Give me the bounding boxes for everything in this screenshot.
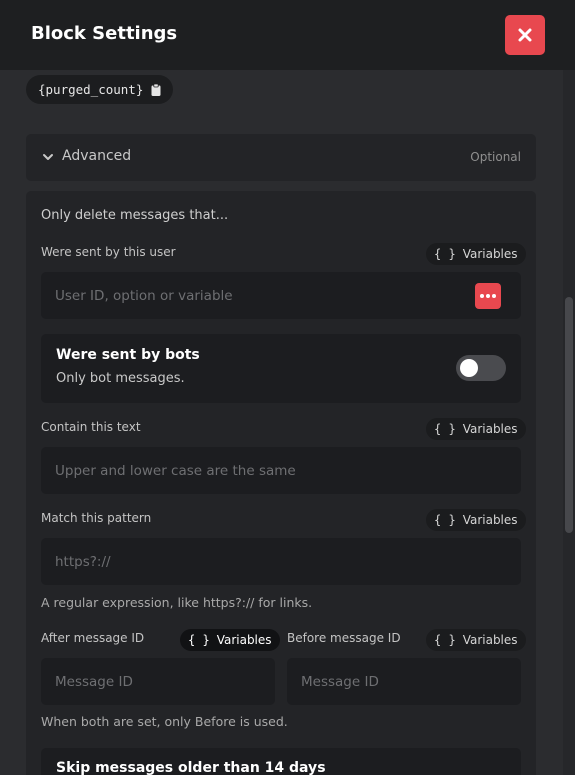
variables-label: Variables <box>462 513 518 527</box>
before-id-field[interactable] <box>287 658 521 705</box>
variables-label: Variables <box>462 422 518 436</box>
contain-text-variables-button[interactable]: { } Variables <box>426 418 526 440</box>
after-id-label: After message ID <box>41 631 145 645</box>
toggle-knob <box>460 359 478 377</box>
braces-icon: { } <box>434 247 456 261</box>
contain-text-field[interactable] <box>41 447 521 494</box>
advanced-label: Advanced <box>62 148 132 164</box>
message-ids-help: When both are set, only Before is used. <box>41 714 288 729</box>
match-pattern-help: A regular expression, like https?:// for… <box>41 595 313 610</box>
match-pattern-variables-button[interactable]: { } Variables <box>426 509 526 531</box>
header: Block Settings <box>0 0 575 70</box>
close-button[interactable] <box>505 15 545 55</box>
close-icon <box>518 28 532 42</box>
match-pattern-label: Match this pattern <box>41 511 152 525</box>
filter-section-title: Only delete messages that... <box>41 208 229 223</box>
braces-icon: { } <box>434 633 456 647</box>
contain-text-input[interactable] <box>41 447 521 494</box>
after-id-input[interactable] <box>41 658 275 705</box>
skip-old-messages-card: Skip messages older than 14 days <box>41 748 521 775</box>
advanced-section-toggle[interactable]: Advanced Optional <box>26 134 536 181</box>
sent-by-bots-subtitle: Only bot messages. <box>56 371 185 386</box>
sent-by-user-input[interactable] <box>41 272 521 319</box>
variables-label: Variables <box>216 633 272 647</box>
before-id-variables-button[interactable]: { } Variables <box>426 629 526 651</box>
variables-label: Variables <box>462 247 518 261</box>
sent-by-bots-toggle[interactable] <box>456 355 506 381</box>
braces-icon: { } <box>434 422 456 436</box>
braces-icon: { } <box>188 633 210 647</box>
variable-name: {purged_count} <box>38 82 144 97</box>
variables-label: Variables <box>462 633 518 647</box>
chevron-down-icon <box>43 154 53 160</box>
clipboard-icon[interactable] <box>151 83 161 96</box>
user-options-button[interactable] <box>475 283 501 309</box>
skip-old-messages-title: Skip messages older than 14 days <box>56 760 326 775</box>
sent-by-user-field[interactable] <box>41 272 521 319</box>
after-id-variables-button[interactable]: { } Variables <box>180 629 280 651</box>
before-id-input[interactable] <box>287 658 521 705</box>
sent-by-bots-card: Were sent by bots Only bot messages. <box>41 334 521 403</box>
optional-badge: Optional <box>470 150 521 164</box>
more-options-icon <box>480 294 496 298</box>
sent-by-user-variables-button[interactable]: { } Variables <box>426 243 526 265</box>
scrollbar-thumb[interactable] <box>565 297 573 533</box>
braces-icon: { } <box>434 513 456 527</box>
advanced-panel: Only delete messages that... Were sent b… <box>26 191 536 775</box>
sent-by-user-label: Were sent by this user <box>41 245 176 259</box>
before-id-label: Before message ID <box>287 631 401 645</box>
match-pattern-field[interactable] <box>41 538 521 585</box>
after-id-field[interactable] <box>41 658 275 705</box>
contain-text-label: Contain this text <box>41 420 141 434</box>
sent-by-bots-title: Were sent by bots <box>56 347 200 363</box>
match-pattern-input[interactable] <box>41 538 521 585</box>
settings-content: {purged_count} Advanced Optional Only de… <box>0 70 575 775</box>
purged-count-variable-pill[interactable]: {purged_count} <box>26 75 174 104</box>
page-title: Block Settings <box>31 23 178 44</box>
